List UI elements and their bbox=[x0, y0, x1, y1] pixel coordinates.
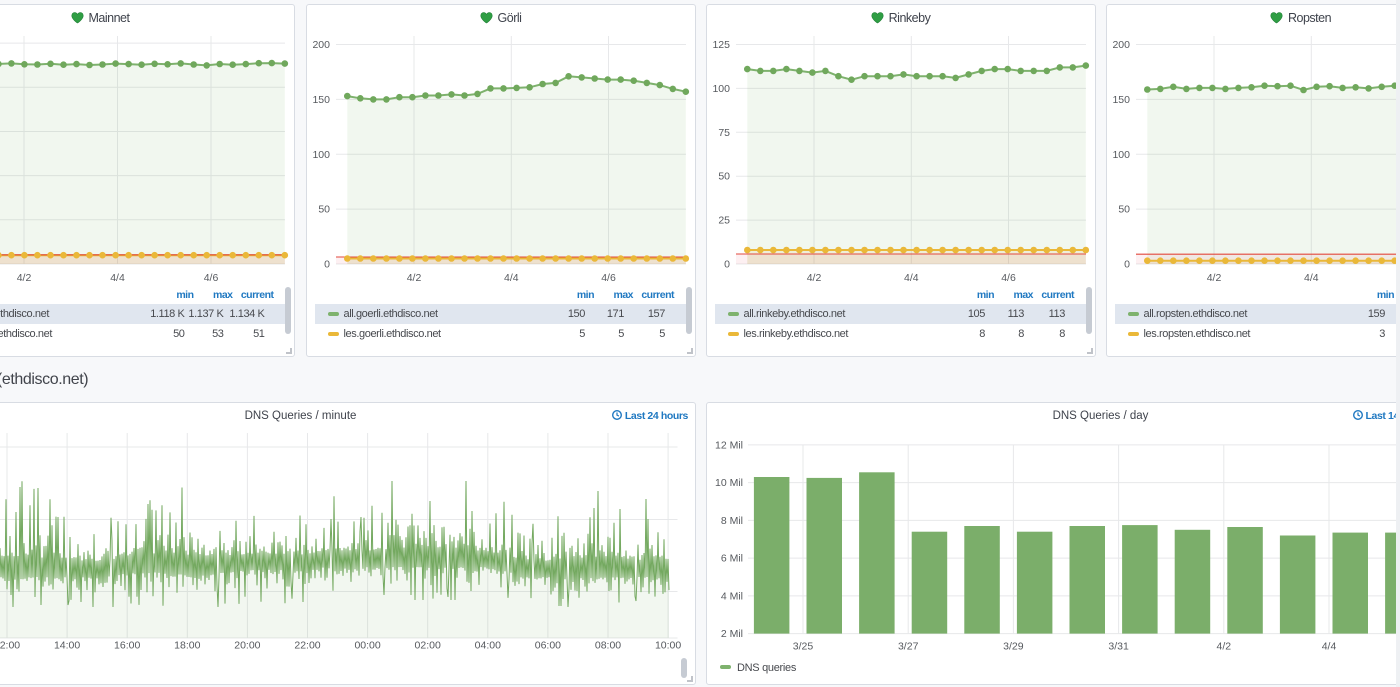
svg-text:100: 100 bbox=[312, 149, 330, 161]
svg-text:10 Mil: 10 Mil bbox=[714, 477, 742, 489]
svg-text:4/2: 4/2 bbox=[1216, 640, 1231, 652]
svg-text:16:00: 16:00 bbox=[114, 639, 140, 651]
svg-text:4/2: 4/2 bbox=[806, 272, 821, 284]
svg-text:50: 50 bbox=[318, 204, 330, 216]
svg-text:14:00: 14:00 bbox=[54, 639, 80, 651]
svg-text:125: 125 bbox=[712, 39, 730, 51]
svg-text:4/2: 4/2 bbox=[17, 272, 32, 284]
svg-text:22:00: 22:00 bbox=[294, 639, 320, 651]
svg-text:2 Mil: 2 Mil bbox=[720, 628, 742, 640]
svg-text:4/6: 4/6 bbox=[204, 272, 219, 284]
svg-text:4/4: 4/4 bbox=[110, 272, 125, 284]
svg-text:6 Mil: 6 Mil bbox=[720, 552, 742, 564]
svg-text:4/4: 4/4 bbox=[503, 272, 518, 284]
svg-text:06:00: 06:00 bbox=[535, 639, 561, 651]
svg-text:00:00: 00:00 bbox=[354, 639, 380, 651]
svg-text:3/31: 3/31 bbox=[1108, 640, 1129, 652]
svg-text:3/27: 3/27 bbox=[897, 640, 918, 652]
svg-text:4/6: 4/6 bbox=[601, 272, 616, 284]
svg-text:12 Mil: 12 Mil bbox=[714, 439, 742, 451]
svg-text:50: 50 bbox=[1118, 204, 1130, 216]
svg-text:100: 100 bbox=[712, 83, 730, 95]
svg-text:4/6: 4/6 bbox=[1001, 272, 1016, 284]
svg-text:4/4: 4/4 bbox=[903, 272, 918, 284]
svg-text:4/2: 4/2 bbox=[406, 272, 421, 284]
svg-text:0: 0 bbox=[324, 259, 330, 271]
svg-text:8 Mil: 8 Mil bbox=[720, 514, 742, 526]
svg-text:20:00: 20:00 bbox=[234, 639, 260, 651]
svg-text:4 Mil: 4 Mil bbox=[720, 590, 742, 602]
svg-text:02:00: 02:00 bbox=[415, 639, 441, 651]
svg-text:4/4: 4/4 bbox=[1303, 272, 1318, 284]
svg-text:08:00: 08:00 bbox=[595, 639, 621, 651]
svg-text:150: 150 bbox=[1112, 94, 1130, 106]
svg-text:3/25: 3/25 bbox=[792, 640, 813, 652]
svg-text:75: 75 bbox=[718, 127, 730, 139]
svg-text:50: 50 bbox=[718, 171, 730, 183]
svg-text:4/2: 4/2 bbox=[1206, 272, 1221, 284]
svg-text:200: 200 bbox=[1112, 39, 1130, 51]
svg-text:100: 100 bbox=[1112, 149, 1130, 161]
svg-text:10:00: 10:00 bbox=[655, 639, 681, 651]
svg-text:200: 200 bbox=[312, 39, 330, 51]
svg-text:4/4: 4/4 bbox=[1321, 640, 1336, 652]
svg-text:3/29: 3/29 bbox=[1003, 640, 1024, 652]
svg-text:0: 0 bbox=[724, 259, 730, 271]
svg-text:04:00: 04:00 bbox=[475, 639, 501, 651]
svg-text:12:00: 12:00 bbox=[0, 639, 20, 651]
svg-text:150: 150 bbox=[312, 94, 330, 106]
svg-text:18:00: 18:00 bbox=[174, 639, 200, 651]
svg-text:0: 0 bbox=[1124, 259, 1130, 271]
svg-text:25: 25 bbox=[718, 215, 730, 227]
